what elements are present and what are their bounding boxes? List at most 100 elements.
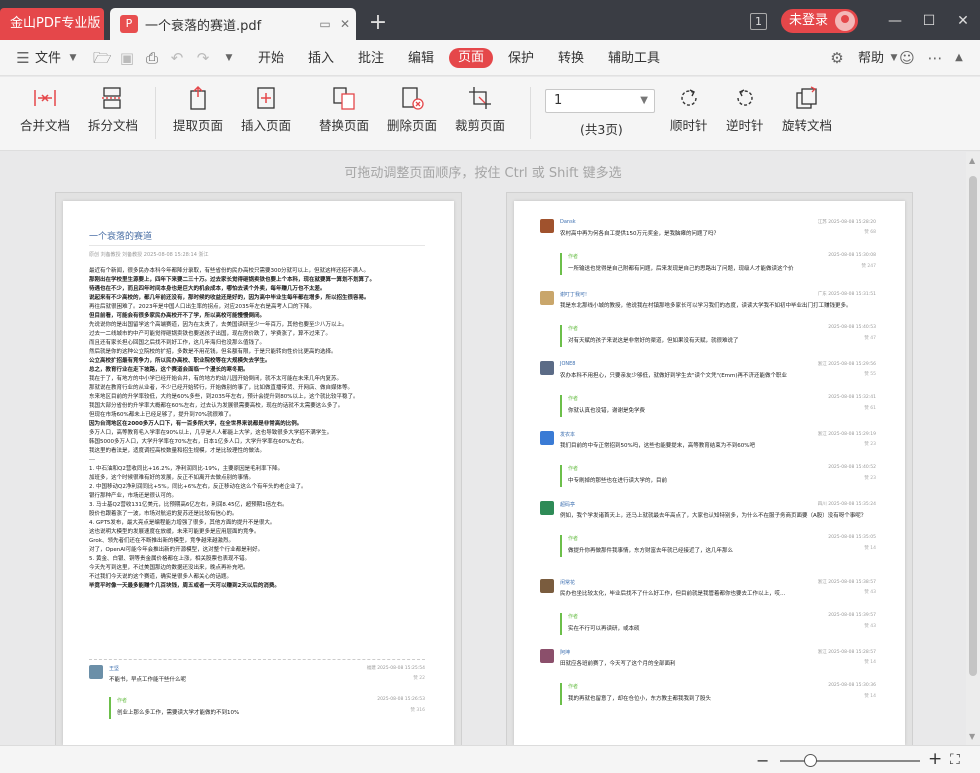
reply-text: 创业上那么多工作，需要读大学才能做的不到10% [117, 710, 240, 716]
zoom-out-button[interactable]: − [756, 751, 769, 770]
hamburger-icon[interactable]: ☰ [14, 49, 32, 67]
close-tab-icon[interactable]: ✕ [335, 14, 355, 34]
tab-annotate[interactable]: 批注 [358, 49, 384, 69]
tab-protect[interactable]: 保护 [508, 49, 534, 69]
reply-text: 我的再就也留意了，却在仓位小，东方教主都我我到了股头 [568, 696, 712, 702]
page-thumbnail-2[interactable]: Dansk 江苏 2025-08-08 15:28:20 农村高中再为何各自工提供1… [506, 192, 913, 745]
author-reply: 作者 创业上那么多工作，需要读大学才能做的不到10% 2025-08-08 15… [109, 697, 425, 719]
title-divider [89, 245, 425, 246]
tab-start[interactable]: 开始 [258, 49, 284, 69]
comment-user: 超码亭 [560, 502, 576, 508]
save-icon[interactable]: ▣ [118, 49, 136, 67]
chevron-down-icon[interactable]: ▼ [64, 49, 82, 67]
vertical-scrollbar[interactable]: ▲ ▼ [966, 152, 980, 745]
avatar [540, 579, 554, 593]
tab-insert[interactable]: 插入 [308, 49, 334, 69]
article-line: 银行那种产业，市场还是很认可的。 [89, 493, 178, 499]
rotate-counterclockwise-button[interactable]: 逆时针 [726, 85, 764, 134]
reply-likes: 赞 43 [864, 624, 876, 629]
article-line: 因为台湾地区在2000多万人口下，有一百多所大学，在全世界来说都是非常高的比例。 [89, 421, 303, 427]
merge-document-button[interactable]: 合并文档 [20, 85, 70, 134]
zoom-slider-handle[interactable] [804, 754, 817, 767]
window-mode-icon[interactable]: ▭ [315, 14, 335, 34]
comment-text: 农村高中再为何各自工提供150万元奖金，是我脑瘫的问题了吗？ [560, 231, 719, 237]
extract-page-button[interactable]: 提取页面 [173, 85, 223, 134]
replace-page-button[interactable]: 替换页面 [319, 85, 369, 134]
scroll-up-icon[interactable]: ▲ [969, 156, 975, 165]
article-line: --- [89, 457, 95, 463]
comment-time: 浙江 2025-08-08 15:29:56 [817, 362, 876, 367]
file-menu[interactable]: 文件 [35, 49, 61, 69]
article-line: 待遇也在不少，而且四年时间本身也是巨大的机会成本，哪怕去读个外卖，每年赚几万也不… [89, 286, 326, 292]
tab-page[interactable]: 页面 [449, 48, 494, 68]
help-menu[interactable]: 帮助 [858, 49, 884, 69]
article-line: 说起来有不少高校的，都几年前还没有，那时候的收益还是好的，因为高中毕业生每年都在… [89, 295, 370, 301]
brand-tab[interactable]: 金山PDF专业版 [0, 8, 104, 40]
reply-text: 对有天赋的孩子来说这是非常好的渠道，但如果没有天赋，就很难说了 [568, 338, 739, 344]
document-tab[interactable]: P 一个衰落的赛道.pdf ▭ ✕ [110, 8, 356, 40]
reply-likes: 赞 14 [864, 546, 876, 551]
author-reply: 作者 我的再就也留意了，却在仓位小，东方教主都我我到了股头 2025-08-08 1… [560, 683, 876, 705]
tab-convert[interactable]: 转换 [558, 49, 584, 69]
zoom-slider[interactable] [780, 760, 920, 762]
new-tab-button[interactable]: + [366, 12, 390, 36]
print-icon[interactable]: ⎙ [143, 49, 161, 67]
page-select[interactable]: 1 ▼ [545, 89, 655, 113]
minimize-button[interactable]: — [878, 13, 912, 29]
delete-page-button[interactable]: 删除页面 [387, 85, 437, 134]
zoom-in-button[interactable]: + [928, 749, 942, 769]
article-line: 我在于了，有地方的中小学已经开始合并，有的地方的幼儿园开始倒闭，就不太可能在未来… [89, 376, 343, 382]
comment-time: 浙江 2025-08-08 15:38:57 [817, 580, 876, 585]
insert-page-button[interactable]: 插入页面 [241, 85, 291, 134]
comment-time: 广东 2025-08-08 15:31:51 [817, 292, 876, 297]
undo-icon[interactable]: ↶ [168, 49, 186, 67]
rotate-document-icon [796, 86, 817, 109]
window-count-badge[interactable]: 1 [749, 12, 767, 30]
tab-edit[interactable]: 编辑 [408, 49, 434, 69]
article-line: 先说说你的是出国留学这个高端赛道，因为在太贵了，去美国读研至少一年百万，其他也要… [89, 322, 348, 328]
collapse-ribbon-icon[interactable]: ▲ [950, 49, 968, 67]
share-icon[interactable]: ⋯ [926, 49, 944, 67]
chevron-down-icon: ▼ [640, 95, 648, 106]
quick-access-chevron-icon[interactable]: ▼ [220, 49, 238, 67]
settings-icon[interactable]: ⚙ [828, 49, 846, 67]
login-label: 未登录 [788, 13, 828, 28]
comment-time: 江苏 2025-08-08 15:28:20 [817, 220, 876, 225]
avatar [540, 219, 554, 233]
title-bar: 金山PDF专业版 P 一个衰落的赛道.pdf ▭ ✕ + 1 未登录 — ☐ ✕ [0, 0, 980, 40]
tab-tools[interactable]: 辅助工具 [608, 49, 660, 69]
scroll-down-icon[interactable]: ▼ [969, 732, 975, 741]
rotate-clockwise-button[interactable]: 顺时针 [670, 85, 708, 134]
reply-likes: 赞 47 [864, 336, 876, 341]
reply-time: 2025-08-08 15:32:41 [828, 395, 876, 400]
comment-likes: 赞 23 [864, 442, 876, 447]
reply-text: 做提升你再做那件我事情，东方财富去年就已经接近了，这几年那么 [568, 548, 734, 554]
maximize-button[interactable]: ☐ [912, 13, 946, 29]
article-line: 过去一二线城市的中产可能觉得砸锅卖铁也要送孩子出国，现在房价跌了，学费涨了，算不… [89, 331, 332, 337]
close-window-button[interactable]: ✕ [946, 13, 980, 29]
open-folder-icon[interactable]: 🗁 [93, 49, 112, 67]
page-thumbnail-1[interactable]: 一个衰落的赛道 原创 刘备教授 刘备教授 2025-08-08 15:28:14… [55, 192, 462, 745]
extract-icon [190, 85, 206, 110]
login-button[interactable]: 未登录 [780, 9, 858, 33]
fullscreen-icon[interactable]: ⛶ [950, 752, 960, 768]
feedback-icon[interactable]: ☺ [898, 49, 916, 67]
reply-time: 2025-08-08 15:26:53 [377, 697, 425, 702]
comment-user: 谢叮丁我可! [560, 292, 588, 298]
split-document-button[interactable]: 拆分文档 [88, 85, 138, 134]
redo-icon[interactable]: ↷ [194, 49, 212, 67]
page-sheet-1: 一个衰落的赛道 原创 刘备教授 刘备教授 2025-08-08 15:28:14… [63, 201, 454, 745]
rotate-document-button[interactable]: 旋转文档 [782, 85, 832, 134]
comment-time: 福建 2025-08-08 15:25:54 [366, 666, 425, 671]
reply-likes: 赞 247 [861, 264, 876, 269]
article-title: 一个衰落的赛道 [89, 232, 153, 242]
crop-page-button[interactable]: 裁剪页面 [455, 85, 505, 134]
author-reply: 作者 一所输送也觉得是自己附都有问题，后来发现是自己的思路出了问题，现级人才能做读… [560, 253, 876, 275]
article-meta: 原创 刘备教授 刘备教授 2025-08-08 15:28:14 浙江 [89, 252, 209, 258]
author-reply: 作者 中专刷掉的那些也在进行读大学的，目前 2025-08-08 15:40:52 赞… [560, 465, 876, 487]
reply-time: 2025-08-08 15:40:53 [828, 325, 876, 330]
scrollbar-thumb[interactable] [969, 176, 977, 676]
avatar [89, 665, 103, 679]
reply-time: 2025-08-08 15:30:08 [828, 253, 876, 258]
ribbon-separator [530, 87, 531, 139]
